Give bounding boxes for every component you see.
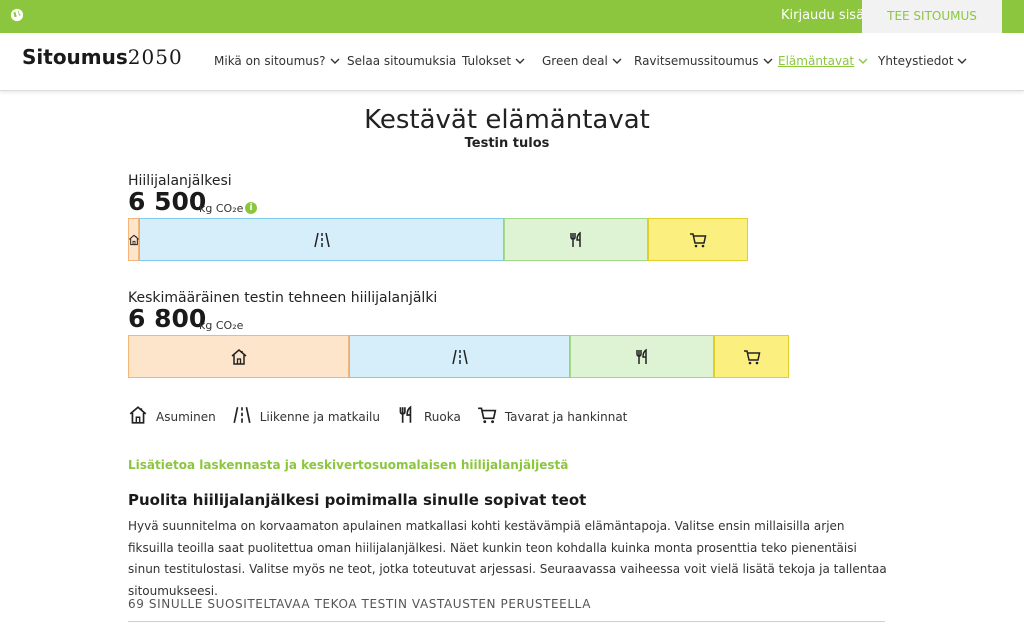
chevron-down-icon	[515, 58, 525, 64]
bar-segment-goods	[714, 335, 789, 378]
bar-segment-traffic	[349, 335, 570, 378]
legend-item-cart: Tavarat ja hankinnat	[477, 405, 628, 428]
nav-item-contact[interactable]: Yhteystiedot	[878, 54, 967, 68]
main-navigation: Sitoumus2050 Mikä on sitoumus? Selaa sit…	[0, 33, 1024, 91]
house-icon	[128, 405, 148, 428]
bar-segment-house	[128, 218, 139, 261]
site-logo[interactable]: Sitoumus2050	[22, 45, 183, 69]
road-icon	[313, 231, 331, 249]
house-icon	[230, 348, 248, 366]
nav-item-lifestyles[interactable]: Elämäntavat	[778, 54, 868, 68]
page-subtitle: Testin tulos	[464, 136, 550, 151]
fork-knife-icon	[396, 405, 416, 428]
chevron-down-icon	[957, 58, 967, 64]
bar-segment-food	[570, 335, 714, 378]
legend-label: Asuminen	[156, 409, 216, 424]
top-bar: Kirjaudu sisään TEE SITOUMUS	[0, 0, 1024, 33]
globe-icon[interactable]	[10, 8, 24, 22]
fork-knife-icon	[567, 231, 585, 249]
cart-icon	[689, 231, 707, 249]
make-commitment-button[interactable]: TEE SITOUMUS	[862, 0, 1002, 33]
nav-item-results[interactable]: Tulokset	[462, 54, 525, 68]
footprint-unit: kg CO₂e	[199, 202, 244, 215]
cart-icon	[743, 348, 761, 366]
nav-item-browse-commitments[interactable]: Selaa sitoumuksia	[347, 54, 456, 68]
chevron-down-icon	[612, 58, 622, 64]
chevron-down-icon	[330, 58, 340, 64]
nav-item-label: Ravitsemussitoumus	[634, 54, 759, 68]
chevron-down-icon	[858, 58, 868, 64]
legend-label: Tavarat ja hankinnat	[504, 409, 628, 424]
nav-item-label: Selaa sitoumuksia	[347, 54, 457, 68]
legend-item-house: Asuminen	[128, 405, 216, 428]
average-unit: kg CO₂e	[199, 319, 244, 332]
road-icon	[232, 405, 252, 428]
cart-icon	[477, 405, 497, 428]
house-icon	[128, 234, 140, 246]
footprint-value: 6 500	[128, 187, 207, 216]
section-body: Hyvä suunnitelma on korvaamaton apulaine…	[128, 519, 887, 598]
legend-item-road: Liikenne ja matkailu	[232, 405, 380, 428]
nav-item-label: Tulokset	[462, 54, 512, 68]
nav-item-label: Elämäntavat	[778, 54, 855, 68]
chevron-down-icon	[763, 58, 773, 64]
logo-text: Sitoumus	[22, 45, 128, 69]
bar-segment-food	[504, 218, 648, 261]
nav-item-label: Mikä on sitoumus?	[214, 54, 326, 68]
footprint-bar	[128, 218, 748, 261]
bar-segment-house	[128, 335, 349, 378]
logo-year: 2050	[127, 45, 183, 69]
recommendations-count: 69 SINULLE SUOSITELTAVAA TEKOA TESTIN VA…	[128, 597, 592, 611]
nav-item-green-deal[interactable]: Green deal	[542, 54, 622, 68]
nav-item-label: Yhteystiedot	[878, 54, 954, 68]
bar-segment-traffic	[139, 218, 504, 261]
bar-segment-goods	[648, 218, 748, 261]
nav-item-what-is-commitment[interactable]: Mikä on sitoumus?	[214, 54, 340, 68]
divider	[128, 621, 885, 622]
average-value: 6 800	[128, 304, 207, 333]
fork-knife-icon	[633, 348, 651, 366]
info-icon[interactable]: i	[245, 202, 257, 214]
nav-item-nutrition-commitment[interactable]: Ravitsemussitoumus	[634, 54, 773, 68]
more-info-link[interactable]: Lisätietoa laskennasta ja keskivertosuom…	[128, 458, 568, 472]
legend-label: Liikenne ja matkailu	[259, 409, 380, 424]
legend-item-fork-knife: Ruoka	[396, 405, 461, 428]
road-icon	[451, 348, 469, 366]
nav-item-label: Green deal	[542, 54, 608, 68]
average-bar	[128, 335, 789, 378]
legend: Asuminen Liikenne ja matkailu Ruoka Tavarat…	[128, 405, 643, 428]
legend-label: Ruoka	[423, 409, 461, 424]
section-title: Puolita hiilijalanjälkesi poimimalla sin…	[128, 491, 587, 509]
page-title: Kestävät elämäntavat	[364, 105, 650, 135]
